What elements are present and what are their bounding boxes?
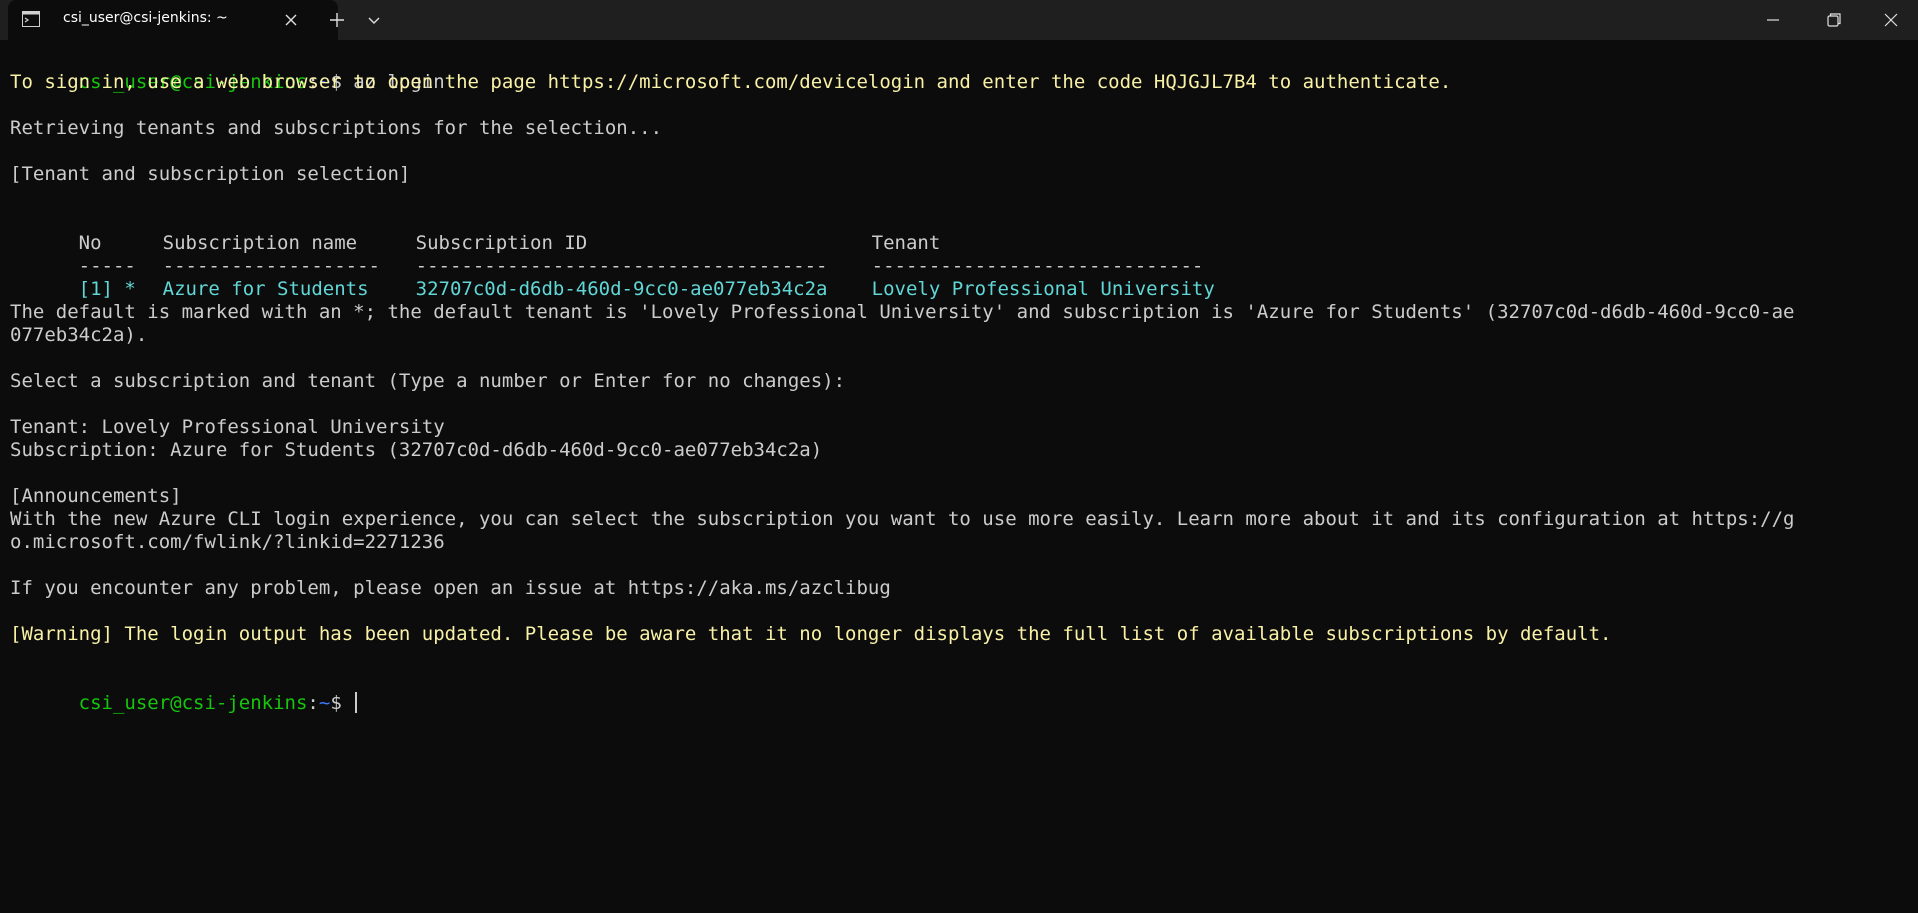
table-cell-no: [1] *: [78, 278, 136, 300]
close-icon: [1884, 13, 1898, 27]
prompt-path: ~: [318, 692, 331, 714]
minimize-icon: [1767, 19, 1779, 21]
table-header-subscription-id: Subscription ID: [415, 232, 588, 254]
announcement-text: With the new Azure CLI login experience,…: [10, 508, 1795, 530]
terminal-icon: [22, 11, 40, 27]
minimize-button[interactable]: [1742, 0, 1804, 40]
table-header-subscription-name: Subscription name: [162, 232, 358, 254]
table-separator: -----: [78, 255, 136, 277]
tenant-line: Tenant: Lovely Professional University: [10, 416, 445, 438]
table-cell-tenant: Lovely Professional University: [871, 278, 1215, 300]
table-cell-subscription-name: Azure for Students: [162, 278, 369, 300]
terminal-output[interactable]: csi_user@csi-jenkins:~$ az login To sign…: [10, 48, 1910, 714]
close-icon[interactable]: [282, 11, 300, 29]
retrieving-message: Retrieving tenants and subscriptions for…: [10, 117, 663, 139]
prompt-separator: :: [307, 692, 319, 714]
tab-title: csi_user@csi-jenkins: ~: [63, 10, 228, 26]
table-separator: -------------------: [162, 255, 380, 277]
plus-icon[interactable]: [326, 9, 348, 31]
table-header-row: No Subscription name Subscription ID Tenant: [10, 209, 1910, 254]
announcement-text-cont: o.microsoft.com/fwlink/?linkid=2271236: [10, 531, 445, 553]
table-header-no: No: [78, 232, 102, 254]
table-cell-subscription-id: 32707c0d-d6db-460d-9cc0-ae077eb34c2a: [415, 278, 828, 300]
signin-message: To sign in, use a web browser to open th…: [10, 71, 1452, 93]
table-separator: ------------------------------------: [415, 255, 828, 277]
text-cursor: [355, 692, 358, 713]
table-separator: -----------------------------: [871, 255, 1204, 277]
announcements-header: [Announcements]: [10, 485, 182, 507]
restore-button[interactable]: [1803, 0, 1865, 40]
prompt-user-host: csi_user@csi-jenkins: [78, 692, 308, 714]
default-message-cont: 077eb34c2a).: [10, 324, 148, 346]
tab-terminal[interactable]: csi_user@csi-jenkins: ~: [8, 0, 338, 40]
default-message: The default is marked with an *; the def…: [10, 301, 1795, 323]
restore-icon: [1827, 13, 1841, 27]
warning-message: [Warning] The login output has been upda…: [10, 623, 1612, 645]
prompt-symbol: $: [330, 692, 354, 714]
table-header-tenant: Tenant: [871, 232, 941, 254]
command-line[interactable]: csi_user@csi-jenkins:~$: [10, 669, 1910, 714]
selection-header: [Tenant and subscription selection]: [10, 163, 411, 185]
terminal-window: csi_user@csi-jenkins: ~ csi_user@csi-jen…: [0, 0, 1918, 913]
issue-message: If you encounter any problem, please ope…: [10, 577, 891, 599]
select-prompt: Select a subscription and tenant (Type a…: [10, 370, 846, 392]
subscription-line: Subscription: Azure for Students (32707c…: [10, 439, 823, 461]
chevron-down-icon[interactable]: [363, 10, 385, 30]
command-line: csi_user@csi-jenkins:~$ az login: [10, 48, 1910, 93]
close-window-button[interactable]: [1860, 0, 1918, 40]
title-bar: csi_user@csi-jenkins: ~: [0, 0, 1918, 40]
